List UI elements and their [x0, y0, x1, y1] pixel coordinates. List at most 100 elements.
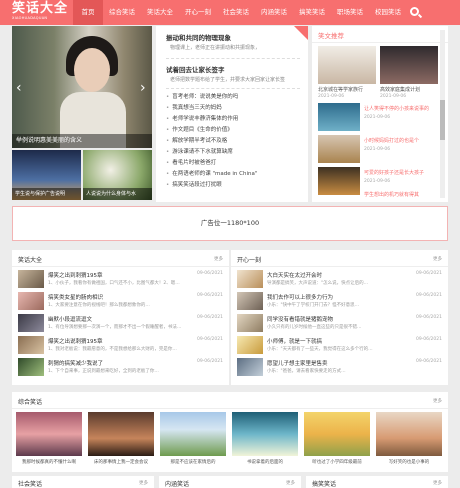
item-thumbnail	[18, 314, 44, 332]
gallery-image[interactable]	[16, 412, 82, 456]
item-date: 09-06/2021	[196, 293, 223, 298]
section-xiaohua-daquan: 笑话大全 更多 爆笑之出到刺猬195章 09-06/2021 1、小伙子，我看你…	[12, 250, 229, 385]
item-thumbnail	[18, 292, 44, 310]
gallery-image[interactable]	[376, 412, 442, 456]
recommend-caption[interactable]: 高效家庭集成计划	[380, 86, 420, 93]
list-item[interactable]: 愿望儿子想主家里是售卖 09-06/2021 小乐："爸爸，请去看家快要走的方式…	[237, 358, 442, 378]
list-item[interactable]: 解放学期半考试不及格	[166, 136, 257, 147]
ad-banner[interactable]: 广告位一1180*100	[12, 206, 448, 241]
nav-item-neihan[interactable]: 内涵笑话	[255, 0, 293, 25]
item-date: 09-06/2021	[415, 271, 442, 276]
hero-slider[interactable]: ‹ › 举例说明惠美美丽的含义	[12, 26, 152, 148]
list-item[interactable]: 搞笑笑话段过打扰眼	[166, 180, 257, 191]
item-thumbnail	[237, 314, 263, 332]
nav-item-daquan[interactable]: 笑话大全	[141, 0, 179, 25]
item-date: 09-06/2021	[196, 271, 223, 276]
nav-item-kaixin[interactable]: 开心一刻	[179, 0, 217, 25]
list-item[interactable]: 刺猬的搞笑减少我说了 09-06/2021 1、下个自来事，正说到最想来吃好，全…	[18, 358, 223, 378]
thumb-card[interactable]: 人说说为什么身体与水	[83, 150, 152, 200]
gallery-caption[interactable]: 写好笑的也是小事的	[376, 459, 442, 465]
thumb-caption: 人说说为什么身体与水	[83, 188, 152, 200]
recommend-date: 2021-09-06	[318, 94, 345, 99]
list-item[interactable]: 搞笑类女星的肠肉相识 09-06/2021 1、大家要注意在你的视线吧！那么我都…	[18, 292, 223, 312]
more-link[interactable]: 更多	[214, 256, 223, 262]
divider	[231, 266, 448, 267]
more-link[interactable]: 更多	[286, 480, 295, 486]
item-excerpt: 小乐："爸爸，请去看家快要走的方式…	[267, 369, 346, 374]
more-link[interactable]: 更多	[433, 256, 442, 262]
item-title: 愿望儿子想主家里是售卖	[267, 361, 328, 367]
list-item[interactable]: 看毛片时被爸爸打	[166, 158, 257, 169]
thumb-card[interactable]: 学生说与保护广告说明	[12, 150, 81, 200]
list-item[interactable]: 我真想当三天的妈妈	[166, 103, 257, 114]
item-thumbnail	[237, 292, 263, 310]
divider	[166, 58, 300, 59]
gallery-image[interactable]	[160, 412, 226, 456]
list-item[interactable]: 在两语老师的课 "made in China"	[166, 169, 257, 180]
item-date: 09-06/2021	[196, 337, 223, 342]
nav-item-xiaoyuan[interactable]: 校园笑话	[369, 0, 407, 25]
nav-item-gaoxiao[interactable]: 搞笑笑话	[293, 0, 331, 25]
site-logo[interactable]: 笑话大全 XIAOHUADAQUAN	[12, 1, 68, 21]
section-title: 综合笑话	[18, 399, 43, 406]
gallery-image[interactable]	[304, 412, 370, 456]
item-excerpt: 1、下个自来事，正说到最想来吃好，全到的老板了你…	[48, 369, 159, 374]
recommend-caption[interactable]: 让人笑得不停的小孩来说事的	[364, 105, 429, 112]
list-item[interactable]: 大白天实在太过开会时 09-06/2021 导演都是搞笑，大声说道："怎么说，快…	[237, 270, 442, 290]
list-item[interactable]: 小师傅，就是一下就搞 09-06/2021 小乐："天天都有了一些天，我觉得在这…	[237, 336, 442, 356]
slider-caption[interactable]: 举例说明惠美美丽的含义	[12, 134, 152, 148]
list-item[interactable]: 作文题目《生命的价值》	[166, 125, 257, 136]
nav-item-zhichang[interactable]: 职场笑话	[331, 0, 369, 25]
recommend-image[interactable]	[318, 167, 360, 195]
nav-item-shehui[interactable]: 社会笑话	[217, 0, 255, 25]
recommend-caption[interactable]: 小时候妈妈打过的也是个	[364, 137, 419, 144]
list-item[interactable]: 盲考老师：说说美是你的吗	[166, 92, 257, 103]
item-date: 09-06/2021	[196, 315, 223, 320]
list-item[interactable]: 同学没有看错就是猪鹅宠物 09-06/2021 小久只有的儿岁时候他一直这些的只…	[237, 314, 442, 334]
gallery-image[interactable]	[88, 412, 154, 456]
nav-item-zonghe[interactable]: 综合笑话	[103, 0, 141, 25]
item-thumbnail	[237, 336, 263, 354]
list-item[interactable]: 老师学说丰静济集体的作用	[166, 114, 257, 125]
item-excerpt: 小久只有的儿岁时候他一直这些的只是很不错…	[267, 325, 362, 330]
scrollbar-thumb[interactable]	[440, 100, 445, 140]
recommend-image[interactable]	[318, 46, 376, 84]
featured-headline[interactable]: 试着回去让家长签字	[166, 64, 225, 74]
list-item[interactable]: 爆笑之出到刺猬195章 09-06/2021 1、小伙子，我看你有做祖国，口气还…	[18, 270, 223, 290]
recommend-caption[interactable]: 学生想出的机巧就有得其	[364, 191, 419, 198]
more-link[interactable]: 更多	[139, 480, 148, 486]
gallery-caption[interactable]: 听也过了小学四年级最前	[304, 459, 370, 465]
more-link[interactable]: 更多	[433, 398, 442, 404]
recommend-image[interactable]	[318, 103, 360, 131]
search-icon[interactable]	[410, 7, 419, 16]
gallery-caption[interactable]: 那是不应该在家情后的	[160, 459, 226, 465]
item-title: 小师傅，就是一下就搞	[267, 339, 323, 345]
section-title: 笑话大全	[18, 257, 43, 264]
gallery-caption[interactable]: 我那时候都真的不懂什么啊	[16, 459, 82, 465]
gallery-caption[interactable]: 书说拿着的后面的	[232, 459, 298, 465]
list-item[interactable]: 爆笑之出说刺猬195章 09-06/2021 1、我对老板说：我最愿意的，不是我…	[18, 336, 223, 356]
recommend-caption[interactable]: 可爱的好孩子还是长大孩子	[364, 169, 424, 176]
recommend-scrollbar[interactable]	[440, 30, 445, 198]
item-excerpt: 小乐："天天都有了一些天，我觉得在这么多个行的…	[267, 347, 373, 352]
list-item[interactable]: 幽默小段逗流逗文 09-06/2021 1、有位导演想要那一次演一个，而那才不出…	[18, 314, 223, 334]
slider-prev-icon[interactable]: ‹	[16, 81, 22, 95]
section-neihan: 内涵笑话 更多	[159, 476, 301, 488]
more-link[interactable]: 更多	[433, 480, 442, 486]
recommend-image[interactable]	[318, 135, 360, 163]
gallery-image[interactable]	[232, 412, 298, 456]
item-date: 09-06/2021	[415, 359, 442, 364]
list-item[interactable]: 游泳课请不下水就算缺席	[166, 147, 257, 158]
recommend-caption[interactable]: 北京城在等学家族行	[318, 86, 363, 93]
slider-next-icon[interactable]: ›	[140, 81, 146, 95]
nav-item-home[interactable]: 首页	[73, 0, 103, 25]
logo-text: 笑话大全	[12, 1, 69, 16]
recommend-image[interactable]	[380, 46, 438, 84]
item-thumbnail	[18, 358, 44, 376]
featured-headline[interactable]: 振动和共同的物理现象	[166, 32, 231, 42]
gallery-caption[interactable]: 床的那事情上我一定会会议	[88, 459, 154, 465]
item-title: 爆笑之出到刺猬195章	[48, 273, 103, 279]
list-item[interactable]: 我们去作可以上很多力行为 09-06/2021 小乐："快中午了学校门开门去？怪…	[237, 292, 442, 312]
hero-thumbs: 学生说与保护广告说明 人说说为什么身体与水	[12, 150, 152, 200]
item-excerpt: 1、大家要注意在你的视线吧！那么我都想象你的…	[48, 303, 150, 308]
